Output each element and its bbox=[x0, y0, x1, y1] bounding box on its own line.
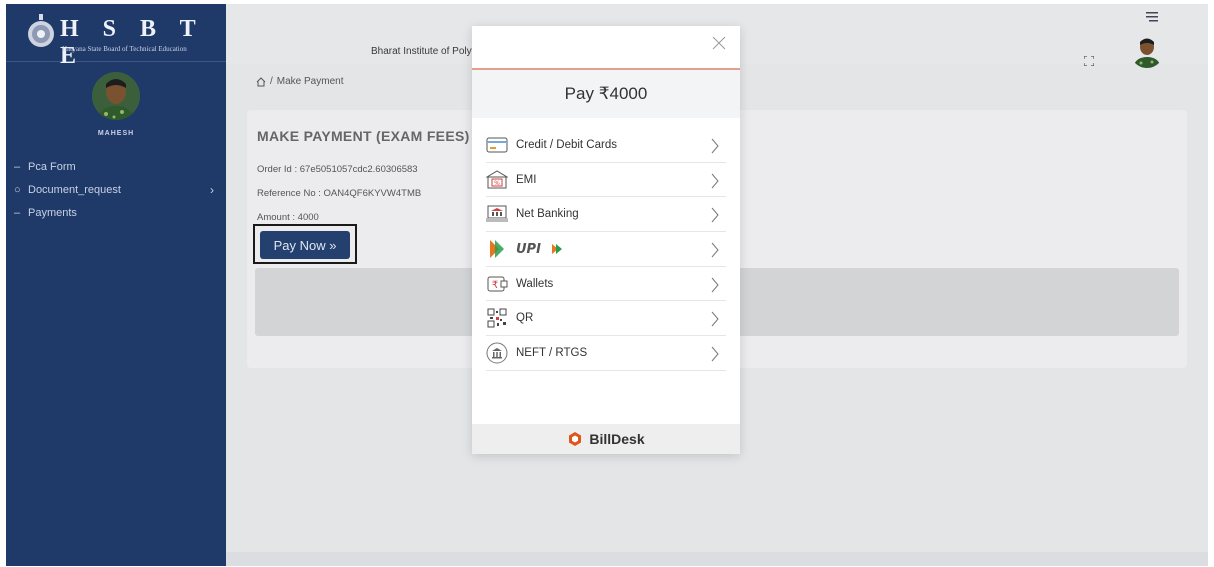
breadcrumb-separator: / bbox=[270, 76, 273, 87]
billdesk-payment-modal: Pay ₹4000 Credit / Debit Cards % EMI Net… bbox=[472, 26, 740, 454]
option-neft-rtgs[interactable]: NEFT / RTGS bbox=[486, 336, 726, 371]
institute-name: Bharat Institute of Polyte bbox=[371, 46, 480, 57]
avatar-photo bbox=[1130, 34, 1164, 68]
nav-marker: – bbox=[14, 161, 21, 173]
option-label: Credit / Debit Cards bbox=[516, 138, 617, 151]
sidebar-nav: – Pca Form ○ Document_request › – Paymen… bbox=[6, 156, 226, 225]
chevron-right-icon bbox=[711, 277, 719, 293]
svg-text:%: % bbox=[494, 180, 500, 187]
chevron-right-icon: › bbox=[210, 183, 214, 197]
chevron-right-icon bbox=[711, 242, 719, 258]
billdesk-brand: BillDesk bbox=[589, 431, 645, 447]
option-label: EMI bbox=[516, 173, 537, 186]
sidebar: H S B T E Haryana State Board of Technic… bbox=[6, 4, 226, 566]
nav-marker: – bbox=[14, 207, 21, 219]
sidebar-item-label: Payments bbox=[28, 207, 77, 219]
hsbte-logo[interactable]: H S B T E Haryana State Board of Technic… bbox=[6, 4, 226, 69]
card-icon bbox=[486, 135, 508, 155]
avatar-photo bbox=[92, 72, 140, 120]
pay-now-highlight: Pay Now » bbox=[253, 224, 357, 264]
reference-no: Reference No : OAN4QF6KYVW4TMB bbox=[257, 188, 422, 199]
footer-strip bbox=[226, 552, 1208, 566]
qr-icon bbox=[486, 308, 508, 329]
chevron-right-icon bbox=[711, 138, 719, 154]
hamburger-menu-icon[interactable] bbox=[1146, 12, 1158, 22]
chevron-right-icon bbox=[711, 208, 719, 223]
modal-footer: BillDesk bbox=[472, 424, 740, 454]
nav-marker: ○ bbox=[14, 184, 21, 196]
breadcrumb-current: Make Payment bbox=[276, 76, 344, 87]
chevron-right-icon bbox=[711, 346, 719, 362]
option-wallets[interactable]: ₹ Wallets bbox=[486, 267, 726, 302]
user-name: MAHESH bbox=[97, 130, 135, 137]
upi-arrow-icon bbox=[486, 239, 508, 259]
amount: Amount : 4000 bbox=[257, 212, 319, 223]
option-label: QR bbox=[516, 312, 534, 325]
sidebar-item-label: Pca Form bbox=[28, 161, 76, 173]
billdesk-logo-icon bbox=[569, 432, 582, 446]
sidebar-item-document-request[interactable]: ○ Document_request › bbox=[6, 179, 226, 202]
sidebar-item-pca-form[interactable]: – Pca Form bbox=[6, 156, 226, 179]
card-title: MAKE PAYMENT (EXAM FEES) bbox=[257, 128, 470, 144]
emblem-icon bbox=[28, 14, 54, 47]
upi-logo: UPI bbox=[516, 242, 562, 257]
chevron-right-icon bbox=[711, 312, 719, 327]
breadcrumb: / Make Payment bbox=[256, 76, 343, 87]
wallet-icon: ₹ bbox=[486, 274, 508, 294]
close-icon[interactable] bbox=[712, 36, 726, 50]
svg-text:UPI: UPI bbox=[516, 242, 541, 257]
pay-now-button[interactable]: Pay Now » bbox=[260, 231, 350, 259]
neft-icon bbox=[486, 342, 508, 364]
order-id: Order Id : 67e5051057cdc2.60306583 bbox=[257, 164, 418, 175]
option-credit-debit-cards[interactable]: Credit / Debit Cards bbox=[486, 128, 726, 163]
option-label: NEFT / RTGS bbox=[516, 346, 588, 359]
sidebar-item-payments[interactable]: – Payments bbox=[6, 202, 226, 225]
option-emi[interactable]: % EMI bbox=[486, 163, 726, 198]
home-icon[interactable] bbox=[256, 76, 266, 87]
option-label: Wallets bbox=[516, 277, 554, 290]
bank-icon bbox=[486, 204, 508, 224]
option-upi[interactable]: UPI bbox=[486, 232, 726, 267]
user-avatar[interactable] bbox=[92, 72, 140, 120]
chevron-right-icon bbox=[711, 173, 719, 189]
logo-subtitle: Haryana State Board of Technical Educati… bbox=[62, 45, 187, 53]
sidebar-item-label: Document_request bbox=[28, 184, 121, 196]
app-frame: H S B T E Haryana State Board of Technic… bbox=[6, 4, 1208, 566]
option-net-banking[interactable]: Net Banking bbox=[486, 197, 726, 233]
option-qr[interactable]: QR bbox=[486, 301, 726, 337]
logo-text: H S B T E bbox=[60, 16, 205, 69]
svg-text:₹: ₹ bbox=[492, 280, 498, 291]
emi-icon: % bbox=[486, 169, 508, 190]
profile-avatar[interactable] bbox=[1130, 34, 1164, 68]
modal-amount-header: Pay ₹4000 bbox=[472, 70, 740, 118]
fullscreen-icon[interactable] bbox=[1084, 56, 1094, 66]
option-label: Net Banking bbox=[516, 208, 579, 221]
payment-options-list: Credit / Debit Cards % EMI Net Banking U… bbox=[486, 128, 726, 371]
